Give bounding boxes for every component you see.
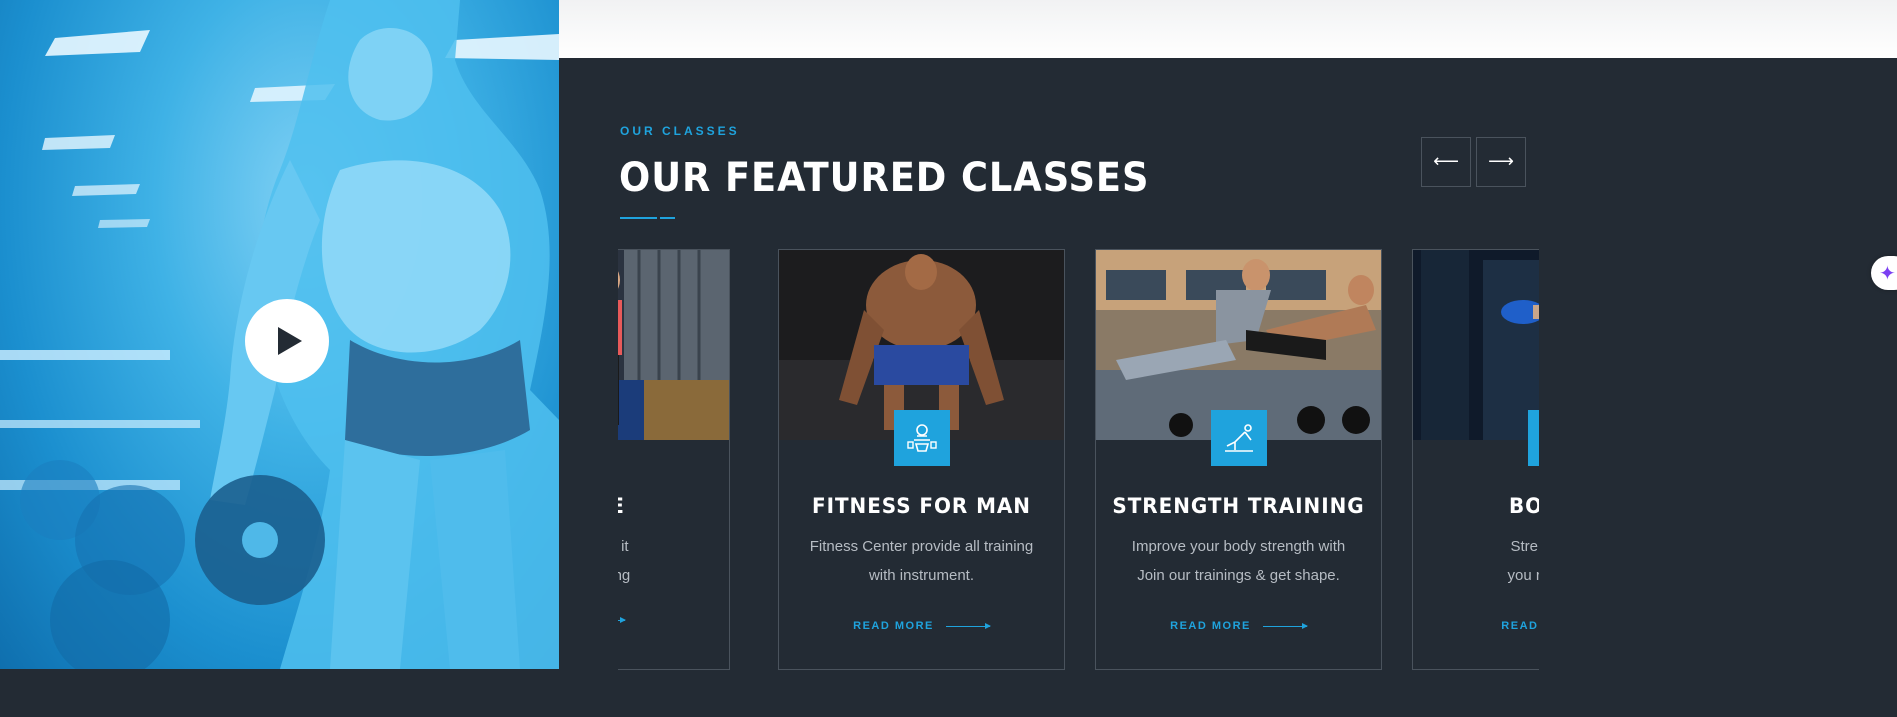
arrow-right-icon: ⟶ — [1488, 151, 1514, 172]
read-more-link[interactable]: READ MORE — [1096, 620, 1381, 632]
title-underline-short — [660, 217, 675, 219]
arrow-right-icon — [1262, 622, 1308, 629]
arrow-right-icon — [618, 617, 626, 623]
pushup-icon — [1225, 424, 1253, 452]
read-more-link[interactable]: READ M — [1413, 620, 1539, 632]
class-description: Fitness Center provide all training with … — [809, 538, 1034, 584]
class-description: Improve your body strength with Join our … — [1131, 538, 1346, 584]
weightlifter-icon — [907, 424, 937, 452]
bottom-band — [0, 669, 1897, 717]
play-icon — [278, 327, 302, 355]
class-description: Strength exeryou realize inc — [1507, 538, 1539, 584]
class-description: ntil you get itil can’t wrong — [618, 538, 631, 584]
class-card: BOXING Strength exeryou realize inc READ… — [1412, 249, 1539, 670]
class-image — [618, 250, 729, 440]
read-more-link[interactable]: READ MORE — [779, 620, 1064, 632]
sparkle-icon: ✦ — [1879, 261, 1896, 285]
class-image — [1413, 250, 1539, 440]
class-title: STRENGTH TRAINING — [1112, 494, 1365, 518]
assistant-widget-button[interactable]: ✦ — [1871, 256, 1897, 290]
class-card: FITNESS FOR MAN Fitness Center provide a… — [778, 249, 1065, 670]
class-icon-badge — [1528, 410, 1539, 466]
carousel-prev-button[interactable]: ⟵ — [1421, 137, 1471, 187]
class-card: STRENGTH TRAINING Improve your body stre… — [1095, 249, 1382, 670]
section-title: OUR FEATURED CLASSES — [619, 155, 1150, 201]
class-icon-badge — [1211, 410, 1267, 466]
class-title: BOXING — [1508, 494, 1539, 518]
hero-video-image — [0, 0, 559, 669]
class-card: FENSE ntil you get itil can’t wrong — [618, 249, 730, 670]
title-underline — [620, 217, 657, 219]
play-video-button[interactable] — [245, 299, 329, 383]
carousel-next-button[interactable]: ⟶ — [1476, 137, 1526, 187]
class-title: FENSE — [618, 494, 722, 518]
read-more-link[interactable] — [618, 617, 739, 623]
class-icon-badge — [894, 410, 950, 466]
arrow-left-icon: ⟵ — [1433, 151, 1459, 172]
arrow-right-icon — [945, 622, 991, 629]
section-subtitle: OUR CLASSES — [620, 124, 740, 138]
class-title: FITNESS FOR MAN — [812, 494, 1031, 518]
classes-carousel: FENSE ntil you get itil can’t wrong — [618, 249, 1539, 670]
